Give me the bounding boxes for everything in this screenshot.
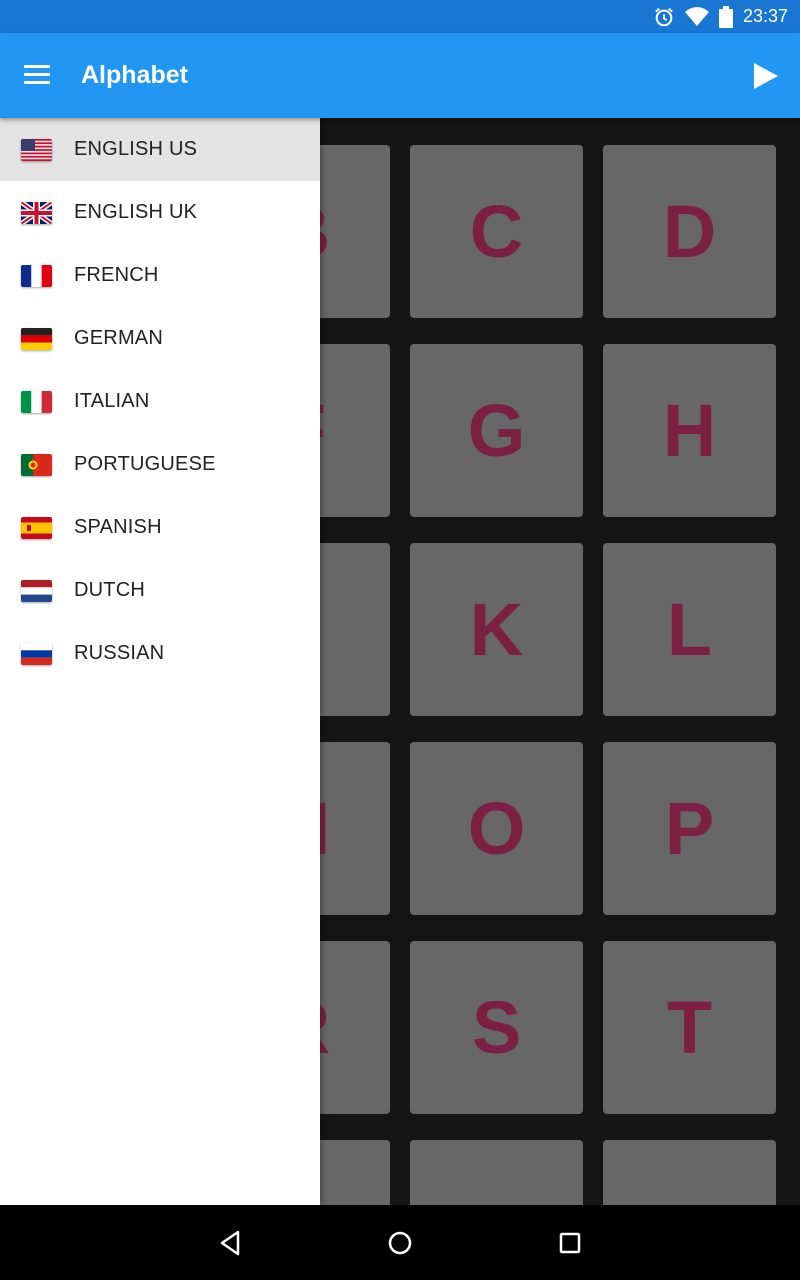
drawer-item-french[interactable]: FRENCH	[0, 244, 320, 307]
drawer-item-label: ENGLISH UK	[74, 201, 198, 223]
drawer-item-label: SPANISH	[74, 516, 162, 538]
drawer-item-russian[interactable]: RUSSIAN	[0, 622, 320, 685]
status-bar: 23:37	[0, 0, 800, 33]
drawer-item-label: FRENCH	[74, 264, 159, 286]
letter-tile[interactable]: S	[410, 941, 583, 1114]
drawer-item-label: ENGLISH US	[74, 138, 198, 160]
us-flag-icon	[21, 138, 52, 161]
play-icon[interactable]	[752, 61, 780, 91]
germany-flag-icon	[21, 327, 52, 350]
drawer-item-label: GERMAN	[74, 327, 163, 349]
wifi-icon	[684, 6, 709, 26]
recents-icon[interactable]	[530, 1205, 610, 1280]
back-icon[interactable]	[190, 1205, 270, 1280]
letter-tile[interactable]: H	[603, 344, 776, 517]
drawer-item-italian[interactable]: ITALIAN	[0, 370, 320, 433]
letter-tile[interactable]: L	[603, 543, 776, 716]
alarm-icon	[655, 7, 673, 26]
france-flag-icon	[21, 264, 52, 287]
drawer-item-label: PORTUGUESE	[74, 453, 216, 475]
letter-tile[interactable]: C	[410, 145, 583, 318]
netherlands-flag-icon	[21, 579, 52, 602]
drawer-item-german[interactable]: GERMAN	[0, 307, 320, 370]
app-title: Alphabet	[81, 61, 188, 89]
spain-flag-icon	[21, 516, 52, 539]
letter-tile[interactable]: O	[410, 742, 583, 915]
drawer-item-label: RUSSIAN	[74, 642, 165, 664]
uk-flag-icon	[21, 201, 52, 224]
battery-icon	[718, 5, 733, 28]
drawer-item-english-us[interactable]: ENGLISH US	[0, 118, 320, 181]
hamburger-menu-icon[interactable]	[24, 65, 50, 85]
letter-tile[interactable]	[603, 1140, 776, 1205]
status-time: 23:37	[742, 6, 788, 26]
letter-tile[interactable]: K	[410, 543, 583, 716]
drawer-item-spanish[interactable]: SPANISH	[0, 496, 320, 559]
letter-tile[interactable]: T	[603, 941, 776, 1114]
italy-flag-icon	[21, 390, 52, 413]
drawer-item-portuguese[interactable]: PORTUGUESE	[0, 433, 320, 496]
drawer-item-dutch[interactable]: DUTCH	[0, 559, 320, 622]
app-bar: Alphabet	[0, 33, 800, 118]
drawer-item-label: DUTCH	[74, 579, 145, 601]
letter-tile[interactable]	[410, 1140, 583, 1205]
status-icons: 23:37	[653, 0, 788, 33]
russia-flag-icon	[21, 642, 52, 665]
letter-tile[interactable]: P	[603, 742, 776, 915]
letter-tile[interactable]: G	[410, 344, 583, 517]
navigation-bar	[0, 1205, 800, 1280]
home-icon[interactable]	[360, 1205, 440, 1280]
letter-tile[interactable]: D	[603, 145, 776, 318]
drawer-item-label: ITALIAN	[74, 390, 150, 412]
drawer-item-english-uk[interactable]: ENGLISH UK	[0, 181, 320, 244]
portugal-flag-icon	[21, 453, 52, 476]
language-drawer: ENGLISH US ENGLISH UK FRENCH GERMAN ITALIAN P…	[0, 118, 320, 1205]
